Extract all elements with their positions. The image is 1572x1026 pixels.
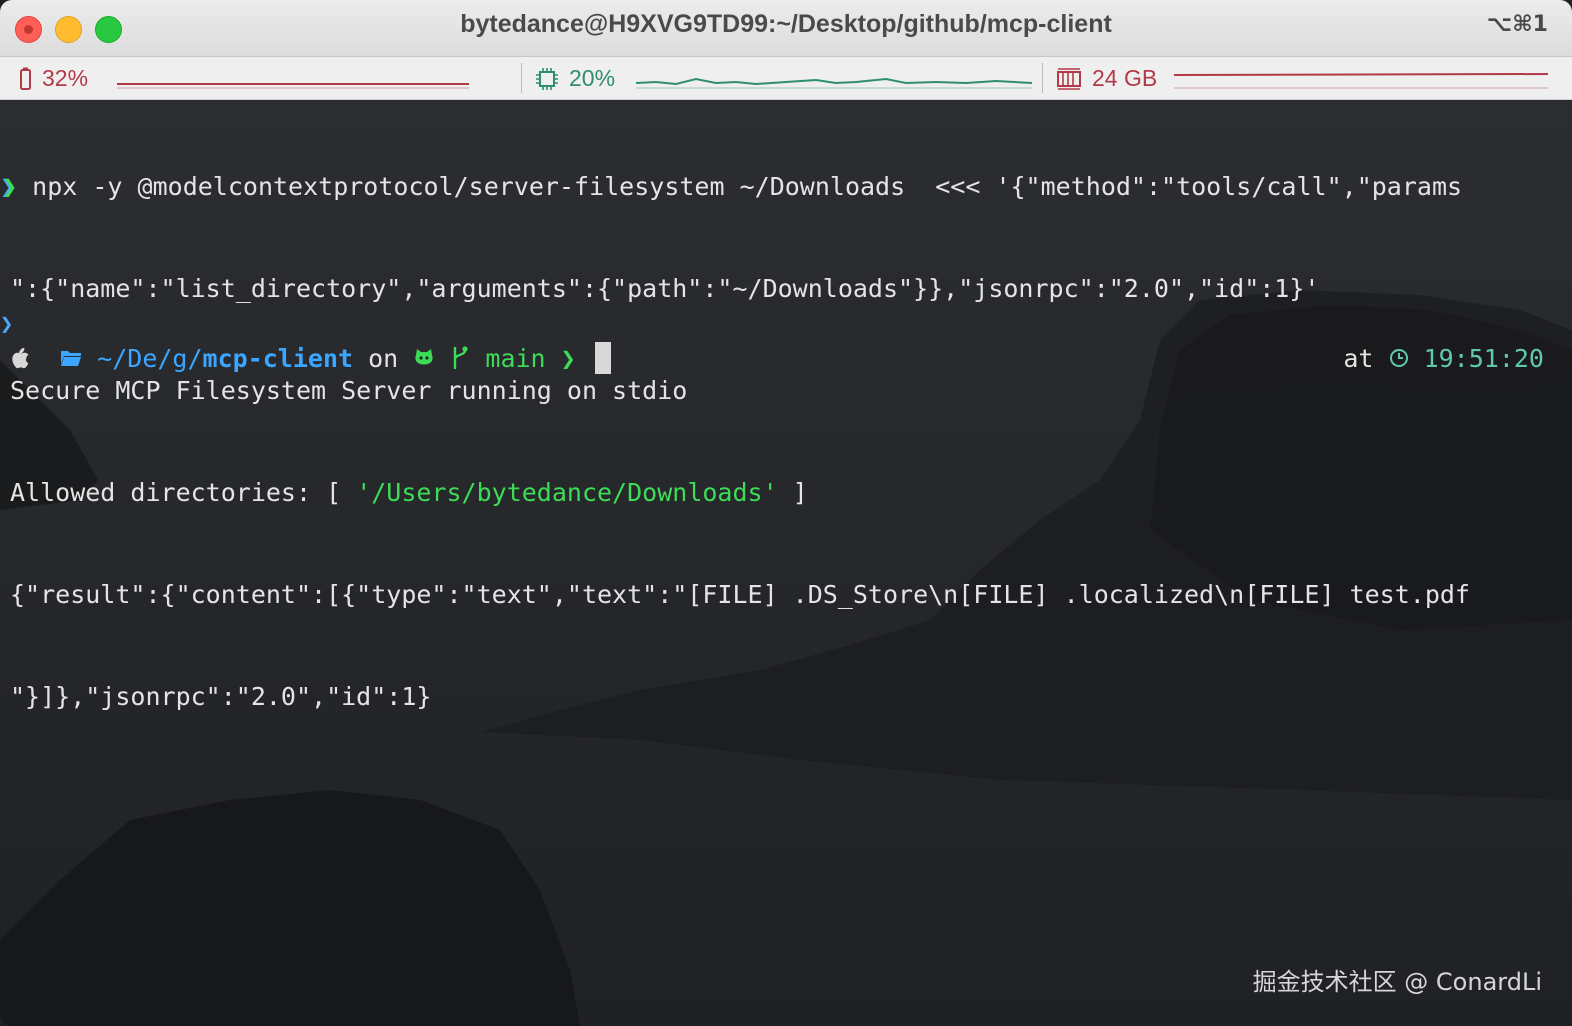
prompt-dir: mcp-client <box>202 343 354 373</box>
output-line: Allowed directories: [ '/Users/bytedance… <box>10 478 808 507</box>
window-title: bytedance@H9XVG9TD99:~/Desktop/github/mc… <box>460 10 1112 38</box>
memory-value: 24 GB <box>1092 65 1158 91</box>
status-divider <box>521 63 522 93</box>
memory-graph <box>1173 73 1549 89</box>
terminal-output: ❯❯ npx -y @modelcontextprotocol/server-f… <box>0 102 1470 782</box>
rprompt-at: at <box>1343 343 1389 373</box>
status-bar: 32% 20% 24 GB <box>0 57 1572 100</box>
shell-prompt[interactable]: ~/De/g/mcp-client on main ❯ <box>8 340 611 376</box>
battery-value: 32% <box>42 65 89 91</box>
github-icon <box>415 349 433 365</box>
cpu-value: 20% <box>569 65 616 91</box>
cpu-status: 20% <box>535 65 615 92</box>
terminal-body[interactable]: ❯❯ npx -y @modelcontextprotocol/server-f… <box>0 100 1572 1026</box>
rprompt-time: 19:51:20 <box>1423 343 1544 373</box>
prompt-arrow: ❯ <box>560 343 576 373</box>
watermark: 掘金技术社区 @ ConardLi <box>1252 968 1542 996</box>
text-cursor <box>594 342 611 374</box>
command-line-continued: ":{"name":"list_directory","arguments":{… <box>10 274 1320 303</box>
battery-status: 32% <box>18 65 88 92</box>
right-prompt: at 19:51:20 <box>1343 340 1544 376</box>
prompt-marker: ❯ <box>0 312 14 337</box>
command-line: ❯❯ npx -y @modelcontextprotocol/server-f… <box>0 172 1463 201</box>
battery-graph <box>117 83 469 89</box>
cpu-graph <box>636 77 1032 89</box>
prompt-path: ~/De/g/ <box>97 343 203 373</box>
terminal-window: bytedance@H9XVG9TD99:~/Desktop/github/mc… <box>0 0 1572 1026</box>
status-divider <box>1042 63 1043 93</box>
apple-icon <box>12 347 29 369</box>
clock-icon <box>1389 349 1408 367</box>
battery-icon <box>20 67 31 90</box>
memory-status: 24 GB <box>1056 65 1157 92</box>
memory-icon <box>1057 67 1081 90</box>
git-branch-icon <box>454 346 468 369</box>
cpu-icon <box>536 67 558 90</box>
output-line: "}]},"jsonrpc":"2.0","id":1} <box>10 682 432 711</box>
window-shortcut: ⌥⌘1 <box>1486 12 1548 37</box>
prompt-on: on <box>353 343 414 373</box>
output-line: Secure MCP Filesystem Server running on … <box>10 376 688 405</box>
title-bar: bytedance@H9XVG9TD99:~/Desktop/github/mc… <box>0 0 1572 57</box>
output-line: {"result":{"content":[{"type":"text","te… <box>10 580 1470 609</box>
prompt-branch: main <box>485 343 546 373</box>
folder-icon <box>61 351 82 366</box>
